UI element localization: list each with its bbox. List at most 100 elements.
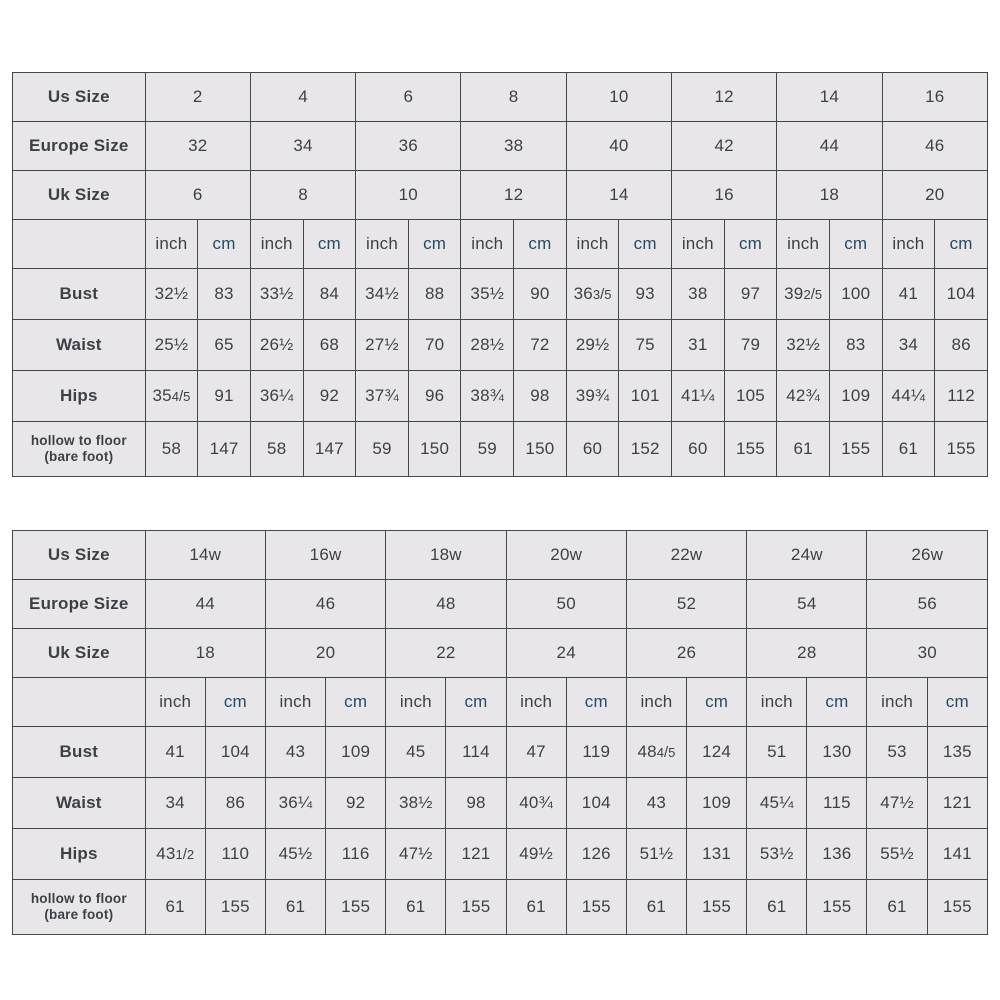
waist-inch: 34 bbox=[144, 777, 206, 829]
standard-size-table-body: Us Size 2 4 6 8 10 12 14 16 Europe Size 32 34 36 38 40… bbox=[12, 72, 989, 477]
uk-size-cell: 26 bbox=[625, 628, 748, 678]
waist-inch: 40¾ bbox=[505, 777, 567, 829]
hollow-cm: 155 bbox=[806, 879, 868, 935]
unit-row: inch cm inch cm inch cm inch cm inch cm inch cm inch… bbox=[12, 219, 988, 269]
hollow-cm: 155 bbox=[565, 879, 627, 935]
europe-size-cell: 48 bbox=[385, 579, 507, 629]
uk-size-row: Uk Size 18 20 22 24 26 28 30 bbox=[12, 628, 988, 678]
bust-inch: 34½ bbox=[355, 268, 409, 320]
hollow-inch: 61 bbox=[264, 879, 327, 935]
hollow-inch: 61 bbox=[625, 879, 688, 935]
hollow-inch: 58 bbox=[144, 421, 199, 477]
bust-cm: 124 bbox=[686, 726, 748, 778]
hollow-cm: 150 bbox=[407, 421, 462, 477]
hollow-to-floor-row: hollow to floor (bare foot) 61 155 61 155 61 15… bbox=[12, 879, 989, 935]
unit-inch: inch bbox=[625, 677, 688, 727]
hollow-cm: 152 bbox=[618, 421, 673, 477]
bust-cm: 104 bbox=[204, 726, 266, 778]
uk-size-cell: 6 bbox=[144, 170, 251, 220]
row-label: Bust bbox=[12, 726, 146, 778]
uk-size-cell: 18 bbox=[144, 628, 266, 678]
bust-inch: 33½ bbox=[249, 268, 304, 320]
waist-inch: 31 bbox=[671, 319, 725, 371]
europe-size-cell: 56 bbox=[866, 579, 988, 629]
row-label: Us Size bbox=[12, 72, 146, 122]
bust-cm: 135 bbox=[926, 726, 989, 778]
bust-inch: 41 bbox=[881, 268, 936, 320]
bust-cm: 100 bbox=[828, 268, 883, 320]
unit-inch: inch bbox=[866, 677, 928, 727]
hips-inch: 49½ bbox=[505, 828, 567, 880]
bust-cm: 109 bbox=[325, 726, 387, 778]
bust-row: Bust 41 104 43 109 45 114 47 119 484/5 124 51 130 53 1… bbox=[12, 726, 989, 778]
unit-inch: inch bbox=[144, 219, 199, 269]
waist-cm: 68 bbox=[302, 319, 357, 371]
row-label: Europe Size bbox=[12, 121, 146, 171]
us-size-cell: 10 bbox=[565, 72, 673, 122]
waist-cm: 70 bbox=[407, 319, 462, 371]
waist-inch: 34 bbox=[881, 319, 936, 371]
unit-cm: cm bbox=[302, 219, 357, 269]
uk-size-cell: 14 bbox=[565, 170, 673, 220]
waist-inch: 26½ bbox=[249, 319, 304, 371]
bust-inch: 363/5 bbox=[565, 268, 620, 320]
hollow-cm: 147 bbox=[302, 421, 357, 477]
uk-size-cell: 28 bbox=[746, 628, 868, 678]
bust-inch: 51 bbox=[746, 726, 808, 778]
unit-inch: inch bbox=[460, 219, 515, 269]
us-size-cell: 20w bbox=[505, 530, 627, 580]
unit-cm: cm bbox=[618, 219, 673, 269]
uk-size-cell: 24 bbox=[505, 628, 627, 678]
uk-size-cell: 22 bbox=[385, 628, 507, 678]
bust-inch: 392/5 bbox=[776, 268, 830, 320]
waist-inch: 29½ bbox=[565, 319, 620, 371]
bust-cm: 119 bbox=[565, 726, 627, 778]
us-size-cell: 8 bbox=[460, 72, 567, 122]
row-label: Hips bbox=[12, 828, 146, 880]
waist-inch: 25½ bbox=[144, 319, 199, 371]
row-label: Europe Size bbox=[12, 579, 146, 629]
europe-size-cell: 40 bbox=[565, 121, 673, 171]
hips-inch: 51½ bbox=[625, 828, 688, 880]
hips-row: Hips 354/5 91 36¼ 92 37¾ 96 38¾ 98 39¾ 101 41¼ 105 42… bbox=[12, 370, 988, 422]
hips-inch: 44¼ bbox=[881, 370, 936, 422]
row-label: Uk Size bbox=[12, 170, 146, 220]
hollow-cm: 155 bbox=[445, 879, 507, 935]
hollow-cm: 147 bbox=[197, 421, 251, 477]
hips-inch: 45½ bbox=[264, 828, 327, 880]
europe-size-row: Europe Size 32 34 36 38 40 42 44 46 bbox=[12, 121, 989, 171]
uk-size-cell: 18 bbox=[776, 170, 883, 220]
hollow-inch: 61 bbox=[746, 879, 808, 935]
europe-size-cell: 44 bbox=[776, 121, 883, 171]
europe-size-cell: 46 bbox=[264, 579, 387, 629]
bust-cm: 90 bbox=[513, 268, 567, 320]
bust-cm: 93 bbox=[618, 268, 673, 320]
hips-cm: 105 bbox=[723, 370, 778, 422]
us-size-cell: 12 bbox=[671, 72, 778, 122]
waist-inch: 27½ bbox=[355, 319, 409, 371]
hollow-to-floor-row: hollow to floor (bare foot) 58 147 58 147 59 15… bbox=[12, 421, 988, 477]
row-label: Us Size bbox=[12, 530, 146, 580]
hips-cm: 112 bbox=[934, 370, 988, 422]
us-size-cell: 16w bbox=[264, 530, 387, 580]
europe-size-cell: 32 bbox=[144, 121, 251, 171]
waist-inch: 47½ bbox=[866, 777, 928, 829]
hollow-inch: 58 bbox=[249, 421, 304, 477]
unit-row-blank bbox=[12, 677, 146, 727]
waist-cm: 86 bbox=[204, 777, 266, 829]
waist-inch: 38½ bbox=[385, 777, 447, 829]
standard-size-chart: Us Size 2 4 6 8 10 12 14 16 Europe Size 32 34 36 38 40… bbox=[12, 72, 989, 477]
uk-size-cell: 30 bbox=[866, 628, 988, 678]
hollow-cm: 155 bbox=[723, 421, 778, 477]
unit-inch: inch bbox=[249, 219, 304, 269]
hips-cm: 141 bbox=[926, 828, 989, 880]
europe-size-cell: 34 bbox=[249, 121, 357, 171]
unit-inch: inch bbox=[355, 219, 409, 269]
europe-size-row: Europe Size 44 46 48 50 52 54 56 bbox=[12, 579, 988, 629]
uk-size-cell: 12 bbox=[460, 170, 567, 220]
unit-cm: cm bbox=[445, 677, 507, 727]
hips-cm: 91 bbox=[197, 370, 251, 422]
waist-cm: 98 bbox=[445, 777, 507, 829]
europe-size-cell: 38 bbox=[460, 121, 567, 171]
us-size-cell: 6 bbox=[355, 72, 462, 122]
